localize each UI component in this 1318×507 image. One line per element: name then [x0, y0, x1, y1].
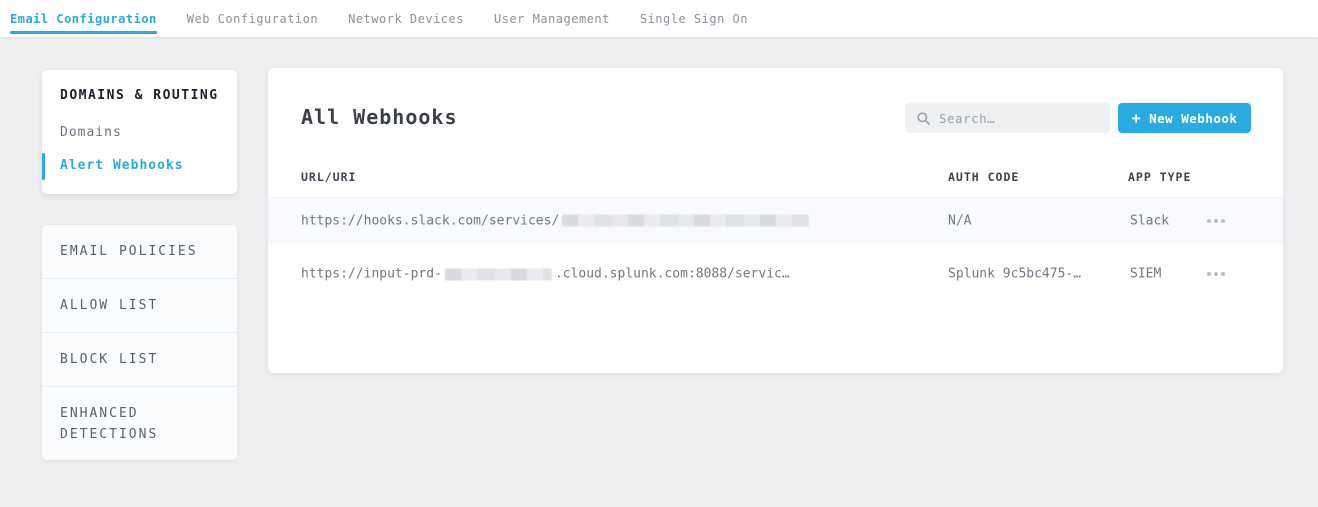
- active-item-indicator-bar: [42, 153, 45, 180]
- sidebar-item-enhanced-detections[interactable]: ENHANCED DETECTIONS: [42, 387, 237, 460]
- plus-icon: +: [1132, 111, 1142, 126]
- search-input[interactable]: [939, 111, 1098, 126]
- webhook-url-cell: https://input-prd- .cloud.splunk.com:808…: [301, 267, 790, 282]
- page-title: All Webhooks: [301, 105, 458, 129]
- row-menu-button[interactable]: [1205, 213, 1227, 229]
- tab-label: Web Configuration: [187, 12, 318, 26]
- tab-label: User Management: [494, 12, 610, 26]
- policies-card: EMAIL POLICIES ALLOW LIST BLOCK LIST ENH…: [42, 225, 237, 460]
- column-header-url: URL/URI: [301, 170, 356, 184]
- auth-code-cell: Splunk 9c5bc475-…: [948, 267, 1081, 282]
- ellipsis-menu-icon: [1207, 272, 1225, 276]
- sidebar-item-domains[interactable]: Domains: [60, 125, 122, 140]
- tab-label: Single Sign On: [640, 12, 748, 26]
- tab-label: Network Devices: [348, 12, 464, 26]
- ellipsis-menu-icon: [1207, 219, 1225, 223]
- domains-routing-card: DOMAINS & ROUTING Domains Alert Webhooks: [42, 70, 237, 194]
- table-row: https://input-prd- .cloud.splunk.com:808…: [268, 245, 1283, 303]
- column-header-auth-code: AUTH CODE: [948, 170, 1019, 184]
- search-icon: [917, 112, 930, 125]
- redacted-url-segment: [445, 268, 552, 280]
- redacted-url-segment: [562, 215, 809, 227]
- new-webhook-button[interactable]: + New Webhook: [1118, 103, 1251, 133]
- tab-web-configuration[interactable]: Web Configuration: [187, 0, 318, 37]
- url-text: https://input-prd-: [301, 267, 442, 282]
- domains-routing-heading: DOMAINS & ROUTING: [60, 88, 219, 103]
- url-text: https://hooks.slack.com/services/: [301, 213, 559, 228]
- webhooks-panel: All Webhooks + New Webhook URL/URI AUTH …: [268, 68, 1283, 373]
- row-menu-button[interactable]: [1205, 266, 1227, 282]
- tab-email-configuration[interactable]: Email Configuration: [10, 0, 157, 37]
- url-text-suffix: .cloud.splunk.com:8088/servic…: [555, 267, 790, 282]
- sidebar-item-allow-list[interactable]: ALLOW LIST: [42, 279, 237, 333]
- tab-single-sign-on[interactable]: Single Sign On: [640, 0, 748, 37]
- app-type-cell: SIEM: [1130, 267, 1161, 282]
- search-box[interactable]: [905, 103, 1110, 133]
- tab-user-management[interactable]: User Management: [494, 0, 610, 37]
- sidebar-item-alert-webhooks[interactable]: Alert Webhooks: [60, 158, 184, 173]
- webhook-url-cell: https://hooks.slack.com/services/: [301, 213, 812, 228]
- column-header-app-type: APP TYPE: [1128, 170, 1191, 184]
- tab-label: Email Configuration: [10, 12, 157, 26]
- active-tab-underline: [10, 31, 157, 34]
- new-webhook-label: New Webhook: [1149, 111, 1237, 126]
- table-row: https://hooks.slack.com/services/ N/A Sl…: [268, 196, 1283, 245]
- top-nav-bar: Email Configuration Web Configuration Ne…: [0, 0, 1318, 37]
- sidebar-item-email-policies[interactable]: EMAIL POLICIES: [42, 225, 237, 279]
- app-type-cell: Slack: [1130, 213, 1169, 228]
- auth-code-cell: N/A: [948, 213, 971, 228]
- sidebar-item-block-list[interactable]: BLOCK LIST: [42, 333, 237, 387]
- tab-network-devices[interactable]: Network Devices: [348, 0, 464, 37]
- table-header-row: URL/URI AUTH CODE APP TYPE: [268, 170, 1283, 186]
